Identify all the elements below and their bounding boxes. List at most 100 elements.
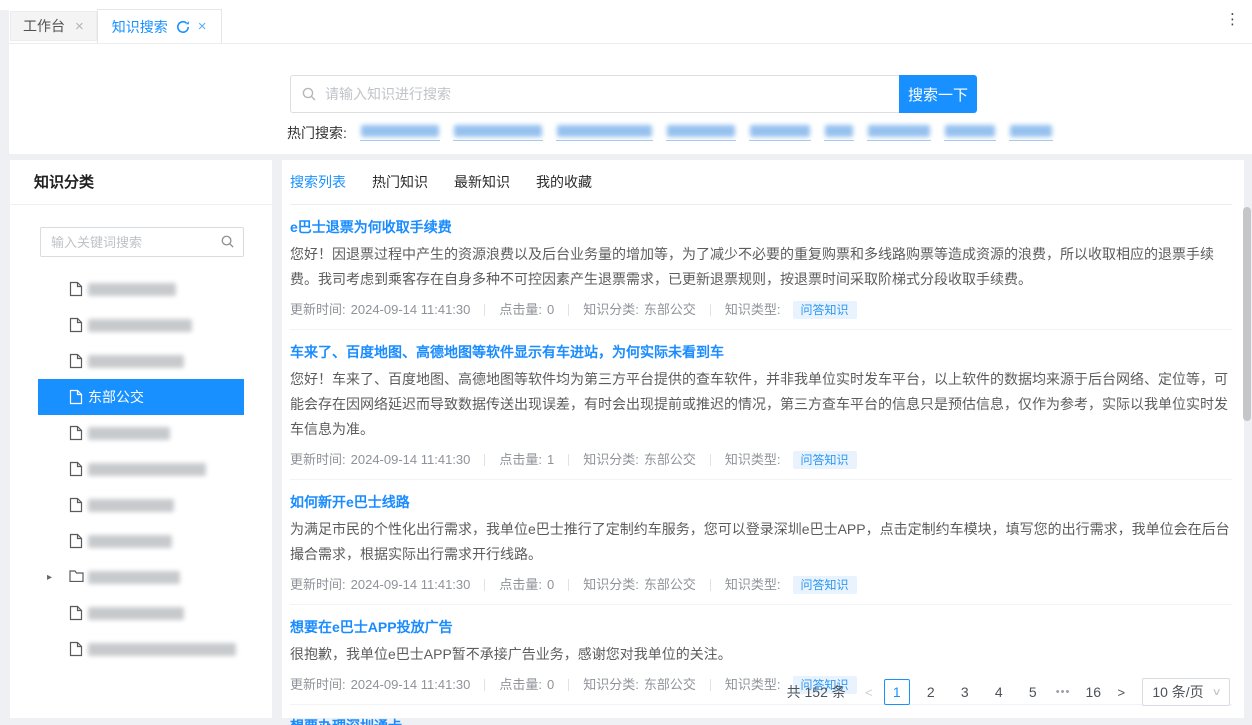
knowledge-search-input[interactable] [290, 75, 899, 113]
document-icon [69, 641, 83, 657]
sidebar-item-redacted[interactable] [38, 595, 244, 631]
pagination-page-16[interactable]: 16 [1080, 679, 1106, 705]
pagination-page-2[interactable]: 2 [918, 679, 944, 705]
redacted-text [557, 125, 652, 137]
result-title-link[interactable]: 想要办理深圳通卡 [290, 718, 1230, 725]
tab-label: 知识搜索 [112, 17, 168, 37]
redacted-text [88, 427, 170, 440]
tab-search-list[interactable]: 搜索列表 [290, 172, 346, 192]
click-count-label: 点击量: [499, 453, 542, 467]
hot-search-link[interactable] [749, 125, 811, 141]
tab-my-favorites[interactable]: 我的收藏 [536, 172, 592, 192]
tab-label: 工作台 [23, 16, 65, 36]
redacted-text [945, 125, 995, 137]
redacted-text [88, 499, 174, 512]
close-icon[interactable]: × [75, 19, 84, 34]
redacted-text [454, 125, 542, 137]
result-title-link[interactable]: 车来了、百度地图、高德地图等软件显示有车进站，为何实际未看到车 [290, 344, 1230, 360]
result-meta: 更新时间:2024-09-14 11:41:30点击量:1知识分类:东部公交知识… [290, 451, 1230, 469]
sidebar-item-redacted[interactable] [38, 307, 244, 343]
knowledge-type-label: 知识类型: [725, 453, 781, 467]
page-size-select[interactable]: 10 条/页 ∨ [1142, 678, 1230, 706]
hot-search-link[interactable] [453, 125, 543, 141]
hot-search-link[interactable] [944, 125, 996, 141]
pagination-pages: 12345 ••• 16 [880, 679, 1111, 705]
knowledge-category-label: 知识分类: [583, 303, 639, 317]
result-item: 如何新开e巴士线路为满足市民的个性化出行需求，我单位e巴士推行了定制约车服务，您… [290, 480, 1232, 605]
click-count-value: 0 [547, 578, 554, 592]
update-time-value: 2024-09-14 11:41:30 [351, 678, 471, 692]
tab-hot-knowledge[interactable]: 热门知识 [372, 172, 428, 192]
pagination: 共 152 条 < 12345•••16 > 10 条/页 ∨ [787, 678, 1230, 706]
knowledge-category-label: 知识分类: [583, 578, 639, 592]
sidebar-item-redacted[interactable] [38, 415, 244, 451]
result-body: 为满足市民的个性化出行需求，我单位e巴士推行了定制约车服务，您可以登录深圳e巴士… [290, 517, 1230, 567]
hot-search-link[interactable] [360, 125, 440, 141]
refresh-icon[interactable] [176, 20, 190, 34]
tab-workbench[interactable]: 工作台 × [10, 11, 97, 41]
hot-search-list [347, 125, 1053, 141]
search-icon [220, 234, 235, 254]
pagination-page-5[interactable]: 5 [1020, 679, 1046, 705]
result-body: 您好！车来了、百度地图、高德地图等软件均为第三方平台提供的查车软件，并非我单位实… [290, 367, 1230, 442]
result-meta: 更新时间:2024-09-14 11:41:30点击量:0知识分类:东部公交知识… [290, 301, 1230, 319]
update-time-label: 更新时间: [290, 303, 346, 317]
knowledge-type-badge: 问答知识 [793, 576, 857, 594]
update-time-label: 更新时间: [290, 678, 346, 692]
knowledge-type-label: 知识类型: [725, 578, 781, 592]
pagination-page-4[interactable]: 4 [986, 679, 1012, 705]
tab-latest-knowledge[interactable]: 最新知识 [454, 172, 510, 192]
scrollbar-thumb[interactable] [1243, 207, 1251, 421]
sidebar-item-redacted[interactable] [38, 631, 244, 667]
click-count-label: 点击量: [499, 678, 542, 692]
pagination-prev-icon[interactable]: < [858, 685, 880, 700]
chevron-down-icon: ∨ [1211, 687, 1221, 698]
meta-divider [568, 454, 569, 466]
hot-search-link[interactable] [556, 125, 653, 141]
sidebar-item-redacted[interactable] [38, 451, 244, 487]
category-filter-input[interactable] [40, 227, 244, 257]
document-icon [69, 353, 83, 369]
hot-search-label: 热门搜索: [287, 123, 347, 143]
search-section: 搜索一下 热门搜索: [9, 44, 1252, 154]
pagination-page-1[interactable]: 1 [884, 679, 910, 705]
meta-divider [484, 579, 485, 591]
redacted-text [88, 643, 236, 656]
sidebar-item-redacted[interactable] [38, 271, 244, 307]
sidebar-item-东部公交[interactable]: 东部公交 [38, 379, 244, 415]
redacted-text [825, 125, 853, 137]
search-button[interactable]: 搜索一下 [899, 75, 977, 113]
update-time-value: 2024-09-14 11:41:30 [351, 453, 471, 467]
redacted-text [88, 535, 172, 548]
sidebar-item-redacted[interactable]: ▸ [38, 559, 244, 595]
hot-search-link[interactable] [824, 125, 854, 141]
result-title-link[interactable]: 如何新开e巴士线路 [290, 494, 1230, 510]
page-size-value: 10 条/页 [1152, 682, 1203, 702]
knowledge-category-value: 东部公交 [644, 303, 696, 317]
close-icon[interactable]: × [198, 19, 207, 34]
tab-knowledge-search[interactable]: 知识搜索 × [97, 9, 222, 43]
hot-search-link[interactable] [1009, 125, 1053, 141]
sidebar-item-redacted[interactable] [38, 523, 244, 559]
pagination-next-icon[interactable]: > [1110, 685, 1132, 700]
redacted-text [88, 463, 206, 476]
knowledge-type-badge: 问答知识 [793, 301, 857, 319]
pagination-ellipsis[interactable]: ••• [1056, 686, 1071, 698]
hot-search-link[interactable] [666, 125, 736, 141]
folder-icon [69, 569, 84, 582]
update-time-label: 更新时间: [290, 453, 346, 467]
more-menu-icon[interactable]: ⋮ [1225, 12, 1240, 29]
sidebar-item-redacted[interactable] [38, 487, 244, 523]
result-title-link[interactable]: 想要在e巴士APP投放广告 [290, 619, 1230, 635]
document-icon [69, 461, 83, 477]
category-panel-title: 知识分类 [10, 160, 272, 205]
pagination-page-3[interactable]: 3 [952, 679, 978, 705]
click-count-label: 点击量: [499, 303, 542, 317]
knowledge-category-value: 东部公交 [644, 678, 696, 692]
result-title-link[interactable]: e巴士退票为何收取手续费 [290, 219, 1230, 235]
sidebar-item-redacted[interactable] [38, 343, 244, 379]
hot-search-row: 热门搜索: [287, 123, 1053, 143]
caret-right-icon[interactable]: ▸ [47, 572, 52, 583]
content-tabs: 搜索列表 热门知识 最新知识 我的收藏 [290, 160, 1232, 205]
hot-search-link[interactable] [867, 125, 931, 141]
